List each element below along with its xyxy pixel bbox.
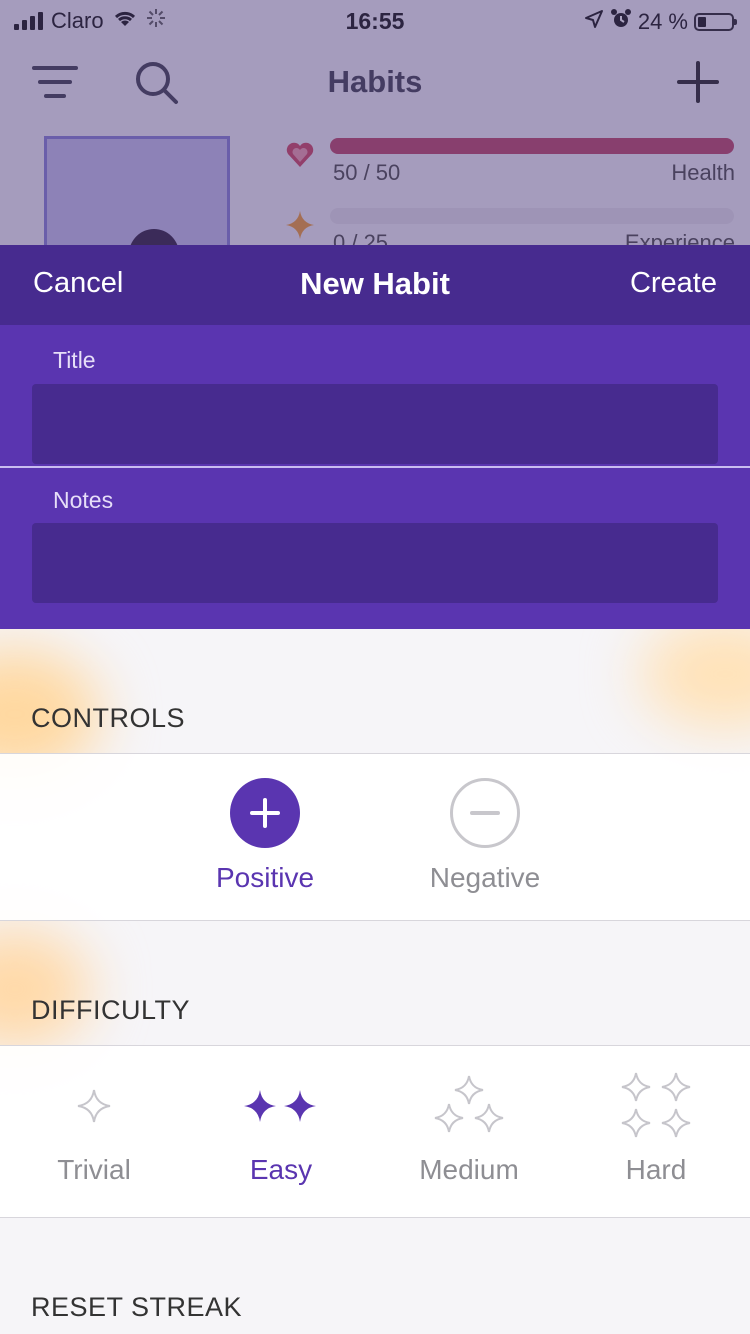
positive-control[interactable]: Positive [185, 778, 345, 894]
difficulty-trivial[interactable]: Trivial [4, 1068, 184, 1186]
minus-icon[interactable] [450, 778, 520, 848]
create-button[interactable]: Create [630, 267, 717, 300]
four-star-icon [566, 1068, 746, 1144]
dim-overlay [0, 0, 750, 245]
difficulty-hard[interactable]: Hard [566, 1068, 746, 1186]
title-section: Title [0, 325, 750, 466]
difficulty-medium[interactable]: Medium [379, 1068, 559, 1186]
two-star-icon [191, 1068, 371, 1144]
notes-label: Notes [53, 487, 114, 513]
three-star-icon [379, 1068, 559, 1144]
difficulty-panel: Trivial Easy Medium Hard [0, 1045, 750, 1218]
habit-options: CONTROLS Positive Negative DIFFICULTY Tr… [0, 629, 750, 1334]
negative-control[interactable]: Negative [405, 778, 565, 894]
difficulty-easy[interactable]: Easy [191, 1068, 371, 1186]
difficulty-trivial-label: Trivial [57, 1154, 131, 1185]
positive-label: Positive [215, 862, 315, 893]
background-app: Claro 16:55 24 % Habits 50 / 50 Health 0… [0, 0, 750, 245]
decor-glow [640, 629, 750, 729]
controls-panel: Positive Negative [0, 753, 750, 921]
difficulty-easy-label: Easy [249, 1154, 313, 1185]
negative-label: Negative [429, 862, 541, 893]
difficulty-hard-label: Hard [625, 1154, 687, 1185]
reset-streak-section-title: RESET STREAK [31, 1292, 243, 1322]
plus-icon[interactable] [230, 778, 300, 848]
controls-section-title: CONTROLS [31, 703, 186, 733]
notes-input[interactable] [32, 523, 718, 603]
modal-header: Cancel New Habit Create [0, 245, 750, 325]
one-star-icon [4, 1068, 184, 1144]
difficulty-medium-label: Medium [419, 1154, 519, 1185]
title-input[interactable] [32, 384, 718, 464]
notes-section: Notes [0, 468, 750, 629]
decor-glow [0, 929, 90, 1049]
title-label: Title [53, 347, 96, 373]
difficulty-section-title: DIFFICULTY [31, 995, 190, 1025]
